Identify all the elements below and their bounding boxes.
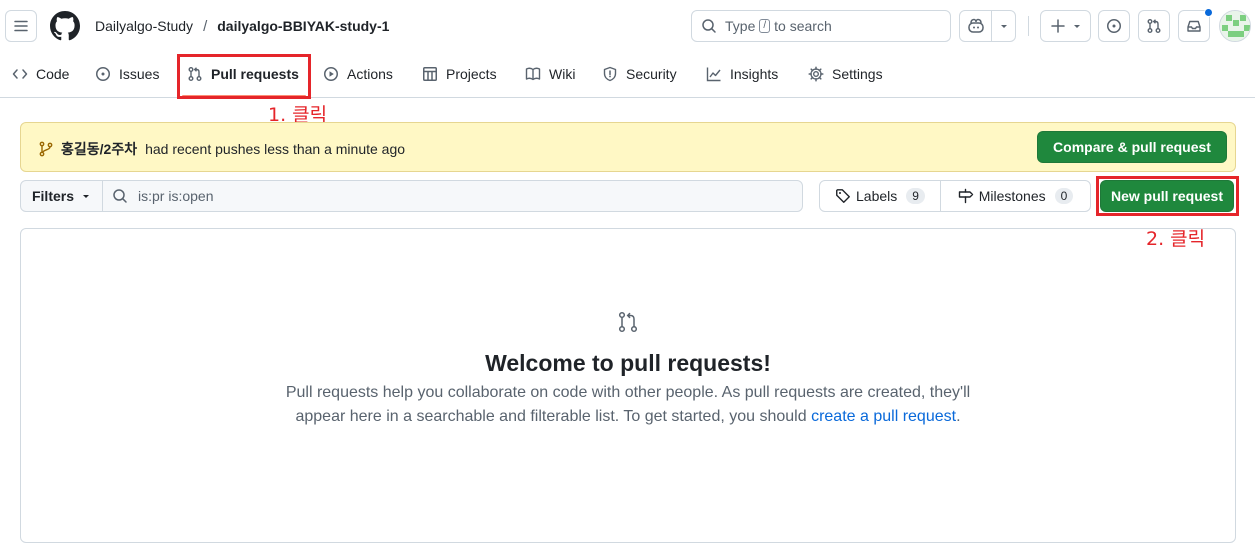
filters-label: Filters: [31, 188, 74, 204]
branch-icon: [39, 141, 53, 157]
tab-settings-label: Settings: [832, 66, 883, 82]
tab-projects-label: Projects: [446, 66, 497, 82]
play-icon: [324, 67, 338, 81]
breadcrumb-repo[interactable]: dailyalgo-BBIYAK-study-1: [217, 18, 389, 34]
banner-text: had recent pushes less than a minute ago: [145, 141, 406, 157]
breadcrumb-owner[interactable]: Dailyalgo-Study: [95, 18, 193, 34]
copilot-button-group: [959, 10, 1016, 42]
blankslate-description: Pull requests help you collaborate on co…: [285, 381, 971, 429]
issue-icon: [1107, 19, 1121, 33]
book-icon: [525, 67, 541, 81]
tab-projects[interactable]: Projects: [422, 64, 497, 84]
search-icon: [702, 19, 716, 33]
pr-search-input[interactable]: is:pr is:open: [103, 181, 802, 211]
search-shortcut-key: /: [759, 19, 771, 33]
pull-requests-button[interactable]: [1138, 10, 1170, 42]
inbox-icon: [1187, 20, 1201, 32]
new-pull-request-button[interactable]: New pull request: [1100, 180, 1234, 212]
tab-actions[interactable]: Actions: [323, 64, 393, 84]
filter-bar: Filters is:pr is:open: [20, 180, 803, 212]
filters-dropdown-button[interactable]: Filters: [21, 181, 103, 211]
banner-branch-name[interactable]: 홍길동/2주차: [61, 139, 137, 159]
header-left: Dailyalgo-Study / dailyalgo-BBIYAK-study…: [5, 10, 389, 42]
menu-button[interactable]: [5, 10, 37, 42]
copilot-icon: [967, 18, 984, 33]
pull-requests-blankslate: Welcome to pull requests! Pull requests …: [20, 228, 1236, 543]
blankslate-text-end: .: [956, 408, 961, 425]
table-icon: [423, 67, 437, 81]
chevron-down-icon: [1000, 25, 1007, 28]
tab-issues[interactable]: Issues: [95, 64, 159, 84]
menu-icon: [14, 20, 28, 32]
copilot-menu-button[interactable]: [992, 11, 1015, 41]
search-suffix: to search: [774, 18, 832, 34]
inbox-button[interactable]: [1178, 8, 1213, 42]
chevron-down-icon: [1073, 25, 1080, 28]
tag-icon: [836, 189, 850, 203]
search-icon: [113, 189, 127, 203]
active-tab-indicator: [182, 95, 306, 97]
create-pull-request-link[interactable]: create a pull request: [811, 408, 956, 425]
header-divider: [1028, 16, 1029, 36]
pull-request-icon: [618, 311, 638, 333]
graph-icon: [706, 67, 721, 82]
labels-milestones-group: Labels 9 Milestones 0: [819, 180, 1091, 212]
tab-insights[interactable]: Insights: [706, 64, 778, 84]
github-logo-icon[interactable]: [49, 10, 81, 42]
milestones-label: Milestones: [978, 188, 1046, 204]
tab-pull-requests-label: Pull requests: [211, 66, 299, 82]
tab-insights-label: Insights: [730, 66, 779, 82]
compare-pull-request-button[interactable]: Compare & pull request: [1037, 131, 1227, 163]
tab-security-label: Security: [626, 66, 677, 82]
plus-icon: [1050, 19, 1065, 33]
tab-code-label: Code: [36, 66, 70, 82]
repository-nav: Code Issues Pull requests Actions Projec…: [0, 52, 1255, 98]
tab-wiki-label: Wiki: [549, 66, 576, 82]
tab-issues-label: Issues: [119, 66, 160, 82]
blankslate-title: Welcome to pull requests!: [485, 350, 771, 376]
chevron-down-icon: [83, 195, 89, 198]
tab-wiki[interactable]: Wiki: [525, 64, 575, 84]
shield-icon: [603, 66, 617, 82]
global-search-input[interactable]: Type / to search: [691, 10, 951, 42]
notification-indicator: [1204, 8, 1213, 17]
breadcrumb-separator: /: [203, 17, 208, 35]
gear-icon: [808, 66, 824, 82]
labels-label: Labels: [856, 188, 898, 204]
pull-request-icon: [1147, 19, 1161, 33]
create-new-button[interactable]: [1040, 10, 1091, 42]
pull-request-icon: [188, 67, 202, 81]
tab-settings[interactable]: Settings: [808, 64, 883, 84]
milestones-button[interactable]: Milestones 0: [941, 181, 1090, 211]
tab-code[interactable]: Code: [12, 64, 69, 84]
labels-button[interactable]: Labels 9: [820, 181, 941, 211]
pr-search-query: is:pr is:open: [138, 188, 214, 204]
labels-count: 9: [906, 188, 925, 204]
global-header: Dailyalgo-Study / dailyalgo-BBIYAK-study…: [0, 0, 1255, 52]
copilot-button[interactable]: [960, 11, 992, 41]
tab-pull-requests[interactable]: Pull requests: [187, 64, 299, 84]
milestones-count: 0: [1054, 188, 1074, 204]
search-prefix: Type: [725, 18, 756, 34]
tab-security[interactable]: Security: [602, 64, 677, 84]
milestone-icon: [958, 188, 973, 204]
code-icon: [12, 69, 28, 79]
issues-button[interactable]: [1098, 10, 1130, 42]
issue-icon: [96, 67, 110, 81]
tab-actions-label: Actions: [347, 66, 393, 82]
banner-message: 홍길동/2주차 had recent pushes less than a mi…: [39, 139, 405, 159]
avatar[interactable]: [1219, 10, 1251, 42]
